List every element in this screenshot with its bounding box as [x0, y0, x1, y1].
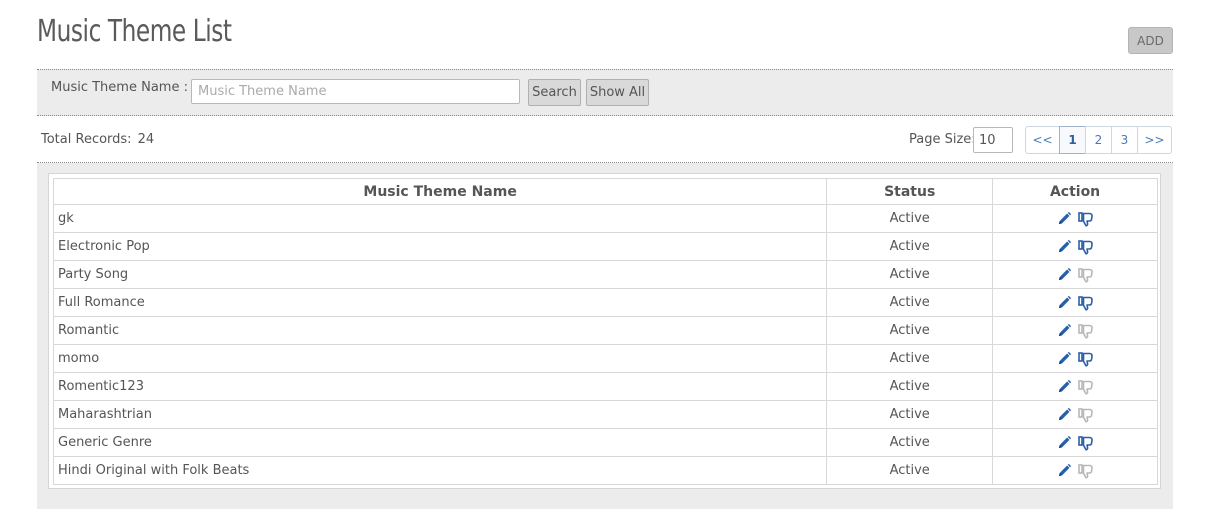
cell-theme-name: Party Song	[52, 260, 828, 289]
cell-action	[992, 232, 1158, 261]
cell-theme-name: Generic Genre	[52, 428, 828, 457]
add-button[interactable]: ADD	[1128, 27, 1173, 54]
table-row: Generic Genre Active	[52, 428, 1158, 457]
search-panel: Music Theme Name : Search Show All	[37, 69, 1173, 116]
cell-action	[992, 344, 1158, 373]
cell-status: Active	[826, 344, 994, 373]
thumbs-down-icon[interactable]	[1077, 211, 1094, 227]
pencil-icon[interactable]	[1057, 267, 1072, 282]
search-button[interactable]: Search	[528, 79, 581, 106]
cell-status: Active	[826, 288, 994, 317]
table-row: Full Romance Active	[52, 288, 1158, 317]
column-header-name[interactable]: Music Theme Name	[52, 178, 828, 205]
thumbs-down-icon[interactable]	[1077, 407, 1094, 423]
cell-action	[992, 372, 1158, 401]
table-row: Maharashtrian Active	[52, 400, 1158, 429]
cell-status: Active	[826, 316, 994, 345]
pagination-page-2[interactable]: 2	[1085, 126, 1112, 154]
pencil-icon[interactable]	[1057, 435, 1072, 450]
thumbs-down-icon[interactable]	[1077, 379, 1094, 395]
pagination: << 1 2 3 >>	[1025, 126, 1172, 154]
table-row: Romantic Active	[52, 316, 1158, 345]
pencil-icon[interactable]	[1057, 239, 1072, 254]
table-row: momo Active	[52, 344, 1158, 373]
page-size-input[interactable]: 10	[973, 127, 1013, 153]
cell-theme-name: Full Romance	[52, 288, 828, 317]
table-row: Party Song Active	[52, 260, 1158, 289]
search-label: Music Theme Name :	[51, 80, 188, 95]
table-row: gk Active	[52, 204, 1158, 233]
cell-theme-name: momo	[52, 344, 828, 373]
total-records-value: 24	[137, 132, 155, 147]
cell-action	[992, 316, 1158, 345]
table-row: Electronic Pop Active	[52, 232, 1158, 261]
column-header-action: Action	[992, 178, 1158, 205]
thumbs-down-icon[interactable]	[1077, 463, 1094, 479]
cell-action	[992, 288, 1158, 317]
thumbs-down-icon[interactable]	[1077, 351, 1094, 367]
table-row: Hindi Original with Folk Beats Active	[52, 456, 1158, 485]
column-header-status[interactable]: Status	[826, 178, 994, 205]
table-row: Romentic123 Active	[52, 372, 1158, 401]
cell-theme-name: Electronic Pop	[52, 232, 828, 261]
music-theme-table: Music Theme Name Status Action gk Active E…	[52, 178, 1158, 485]
pencil-icon[interactable]	[1057, 351, 1072, 366]
pagination-page-3[interactable]: 3	[1111, 126, 1138, 154]
pencil-icon[interactable]	[1057, 323, 1072, 338]
show-all-button[interactable]: Show All	[586, 79, 649, 106]
cell-theme-name: Romentic123	[52, 372, 828, 401]
pencil-icon[interactable]	[1057, 407, 1072, 422]
table-header-row: Music Theme Name Status Action	[52, 178, 1158, 205]
thumbs-down-icon[interactable]	[1077, 323, 1094, 339]
cell-status: Active	[826, 428, 994, 457]
page-title: Music Theme List	[37, 14, 232, 49]
thumbs-down-icon[interactable]	[1077, 295, 1094, 311]
cell-theme-name: Romantic	[52, 316, 828, 345]
cell-action	[992, 428, 1158, 457]
pencil-icon[interactable]	[1057, 379, 1072, 394]
cell-status: Active	[826, 372, 994, 401]
cell-status: Active	[826, 232, 994, 261]
cell-theme-name: Maharashtrian	[52, 400, 828, 429]
total-records-label: Total Records:	[41, 132, 132, 147]
cell-status: Active	[826, 204, 994, 233]
total-records: Total Records: 24	[41, 132, 154, 147]
table-container: Music Theme Name Status Action gk Active E…	[48, 173, 1161, 489]
pagination-prev[interactable]: <<	[1025, 126, 1060, 154]
cell-theme-name: gk	[52, 204, 828, 233]
page-size-label: Page Size:	[909, 132, 976, 147]
thumbs-down-icon[interactable]	[1077, 267, 1094, 283]
thumbs-down-icon[interactable]	[1077, 435, 1094, 451]
search-input[interactable]	[191, 79, 520, 104]
cell-action	[992, 204, 1158, 233]
cell-action	[992, 456, 1158, 485]
cell-action	[992, 400, 1158, 429]
thumbs-down-icon[interactable]	[1077, 239, 1094, 255]
cell-status: Active	[826, 400, 994, 429]
pencil-icon[interactable]	[1057, 211, 1072, 226]
cell-action	[992, 260, 1158, 289]
pagination-next[interactable]: >>	[1137, 126, 1172, 154]
cell-status: Active	[826, 260, 994, 289]
pagination-page-1[interactable]: 1	[1059, 126, 1086, 154]
cell-status: Active	[826, 456, 994, 485]
cell-theme-name: Hindi Original with Folk Beats	[52, 456, 828, 485]
pencil-icon[interactable]	[1057, 295, 1072, 310]
grid-panel: Music Theme Name Status Action gk Active E…	[37, 163, 1173, 509]
pencil-icon[interactable]	[1057, 463, 1072, 478]
